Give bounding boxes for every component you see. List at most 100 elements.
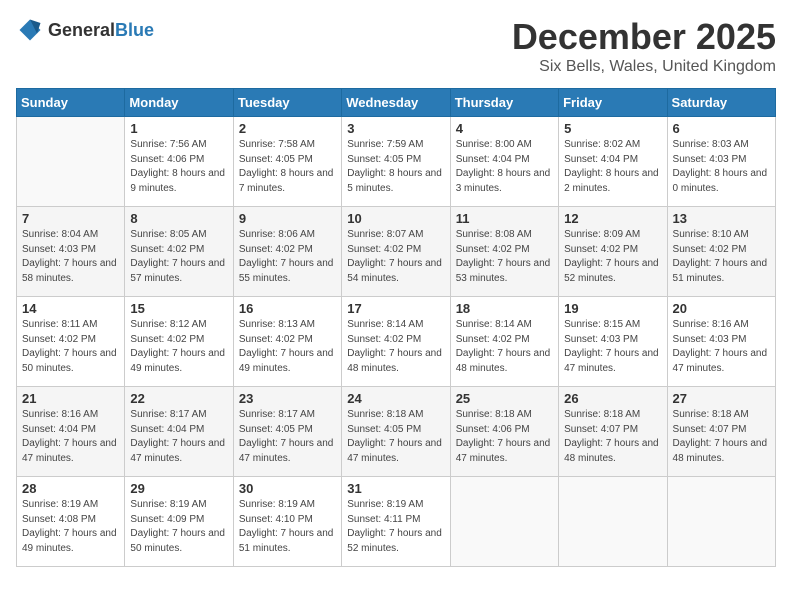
calendar-cell: 26 Sunrise: 8:18 AMSunset: 4:07 PMDayligh… [559, 387, 667, 477]
calendar-cell: 18 Sunrise: 8:14 AMSunset: 4:02 PMDayligh… [450, 297, 558, 387]
calendar-cell: 23 Sunrise: 8:17 AMSunset: 4:05 PMDayligh… [233, 387, 341, 477]
day-info: Sunrise: 8:14 AMSunset: 4:02 PMDaylight:… [456, 318, 553, 376]
day-number: 7 [22, 211, 119, 226]
day-info: Sunrise: 8:16 AMSunset: 4:03 PMDaylight:… [673, 318, 770, 376]
calendar-cell: 7 Sunrise: 8:04 AMSunset: 4:03 PMDaylight… [17, 207, 125, 297]
calendar-cell: 29 Sunrise: 8:19 AMSunset: 4:09 PMDayligh… [125, 477, 233, 567]
day-number: 21 [22, 391, 119, 406]
day-header-friday: Friday [559, 89, 667, 117]
calendar-cell: 22 Sunrise: 8:17 AMSunset: 4:04 PMDayligh… [125, 387, 233, 477]
day-number: 12 [564, 211, 661, 226]
calendar-cell: 3 Sunrise: 7:59 AMSunset: 4:05 PMDaylight… [342, 117, 450, 207]
calendar-cell: 30Sunrise: 8:19 AMSunset: 4:10 PMDayligh… [233, 477, 341, 567]
day-number: 23 [239, 391, 336, 406]
day-number: 10 [347, 211, 444, 226]
day-info: Sunrise: 8:18 AMSunset: 4:07 PMDaylight:… [564, 408, 661, 466]
day-info: Sunrise: 8:16 AMSunset: 4:04 PMDaylight:… [22, 408, 119, 466]
day-number: 11 [456, 211, 553, 226]
day-info: Sunrise: 8:04 AMSunset: 4:03 PMDaylight:… [22, 228, 119, 286]
location-title: Six Bells, Wales, United Kingdom [512, 58, 776, 76]
day-header-wednesday: Wednesday [342, 89, 450, 117]
day-info: Sunrise: 8:18 AMSunset: 4:07 PMDaylight:… [673, 408, 770, 466]
day-number: 29 [130, 481, 227, 496]
calendar-cell: 16 Sunrise: 8:13 AMSunset: 4:02 PMDayligh… [233, 297, 341, 387]
month-title: December 2025 [512, 16, 776, 58]
day-number: 4 [456, 121, 553, 136]
day-number: 3 [347, 121, 444, 136]
calendar-cell: 25Sunrise: 8:18 AMSunset: 4:06 PMDayligh… [450, 387, 558, 477]
day-info: Sunrise: 7:58 AMSunset: 4:05 PMDaylight:… [239, 138, 336, 196]
calendar-cell: 11 Sunrise: 8:08 AMSunset: 4:02 PMDayligh… [450, 207, 558, 297]
day-info: Sunrise: 8:13 AMSunset: 4:02 PMDaylight:… [239, 318, 336, 376]
day-info: Sunrise: 8:19 AMSunset: 4:11 PMDaylight:… [347, 498, 444, 556]
calendar-cell: 24Sunrise: 8:18 AMSunset: 4:05 PMDayligh… [342, 387, 450, 477]
day-number: 28 [22, 481, 119, 496]
calendar-cell: 4 Sunrise: 8:00 AMSunset: 4:04 PMDaylight… [450, 117, 558, 207]
day-number: 27 [673, 391, 770, 406]
calendar-cell: 28 Sunrise: 8:19 AMSunset: 4:08 PMDayligh… [17, 477, 125, 567]
day-info: Sunrise: 8:08 AMSunset: 4:02 PMDaylight:… [456, 228, 553, 286]
day-header-tuesday: Tuesday [233, 89, 341, 117]
day-info: Sunrise: 7:56 AMSunset: 4:06 PMDaylight:… [130, 138, 227, 196]
calendar-cell: 1 Sunrise: 7:56 AMSunset: 4:06 PMDaylight… [125, 117, 233, 207]
day-info: Sunrise: 8:00 AMSunset: 4:04 PMDaylight:… [456, 138, 553, 196]
calendar-cell: 9Sunrise: 8:06 AMSunset: 4:02 PMDaylight… [233, 207, 341, 297]
day-number: 5 [564, 121, 661, 136]
day-info: Sunrise: 8:02 AMSunset: 4:04 PMDaylight:… [564, 138, 661, 196]
day-number: 2 [239, 121, 336, 136]
day-number: 8 [130, 211, 227, 226]
day-number: 31 [347, 481, 444, 496]
logo-text-general: General [48, 20, 115, 41]
logo: General Blue [16, 16, 154, 44]
calendar-cell: 14Sunrise: 8:11 AMSunset: 4:02 PMDayligh… [17, 297, 125, 387]
day-info: Sunrise: 8:09 AMSunset: 4:02 PMDaylight:… [564, 228, 661, 286]
calendar-cell: 10Sunrise: 8:07 AMSunset: 4:02 PMDayligh… [342, 207, 450, 297]
day-info: Sunrise: 8:17 AMSunset: 4:04 PMDaylight:… [130, 408, 227, 466]
calendar-cell [559, 477, 667, 567]
week-row: 21 Sunrise: 8:16 AMSunset: 4:04 PMDayligh… [17, 387, 776, 477]
day-number: 22 [130, 391, 227, 406]
day-info: Sunrise: 8:18 AMSunset: 4:06 PMDaylight:… [456, 408, 553, 466]
calendar-cell: 15 Sunrise: 8:12 AMSunset: 4:02 PMDayligh… [125, 297, 233, 387]
day-number: 1 [130, 121, 227, 136]
day-number: 14 [22, 301, 119, 316]
day-info: Sunrise: 8:10 AMSunset: 4:02 PMDaylight:… [673, 228, 770, 286]
calendar-table: SundayMondayTuesdayWednesdayThursdayFrid… [16, 88, 776, 567]
day-info: Sunrise: 8:12 AMSunset: 4:02 PMDaylight:… [130, 318, 227, 376]
day-header-sunday: Sunday [17, 89, 125, 117]
day-number: 24 [347, 391, 444, 406]
day-number: 20 [673, 301, 770, 316]
day-info: Sunrise: 8:19 AMSunset: 4:09 PMDaylight:… [130, 498, 227, 556]
logo-icon [16, 16, 44, 44]
day-number: 16 [239, 301, 336, 316]
day-info: Sunrise: 8:17 AMSunset: 4:05 PMDaylight:… [239, 408, 336, 466]
day-info: Sunrise: 8:05 AMSunset: 4:02 PMDaylight:… [130, 228, 227, 286]
day-number: 26 [564, 391, 661, 406]
day-number: 15 [130, 301, 227, 316]
day-info: Sunrise: 8:19 AMSunset: 4:08 PMDaylight:… [22, 498, 119, 556]
calendar-cell: 21 Sunrise: 8:16 AMSunset: 4:04 PMDayligh… [17, 387, 125, 477]
day-number: 9 [239, 211, 336, 226]
week-row: 14Sunrise: 8:11 AMSunset: 4:02 PMDayligh… [17, 297, 776, 387]
day-header-thursday: Thursday [450, 89, 558, 117]
calendar-cell: 20 Sunrise: 8:16 AMSunset: 4:03 PMDayligh… [667, 297, 775, 387]
week-row: 1 Sunrise: 7:56 AMSunset: 4:06 PMDaylight… [17, 117, 776, 207]
calendar-cell: 13 Sunrise: 8:10 AMSunset: 4:02 PMDayligh… [667, 207, 775, 297]
calendar-cell: 5 Sunrise: 8:02 AMSunset: 4:04 PMDaylight… [559, 117, 667, 207]
day-number: 17 [347, 301, 444, 316]
week-row: 7 Sunrise: 8:04 AMSunset: 4:03 PMDaylight… [17, 207, 776, 297]
day-info: Sunrise: 7:59 AMSunset: 4:05 PMDaylight:… [347, 138, 444, 196]
day-info: Sunrise: 8:14 AMSunset: 4:02 PMDaylight:… [347, 318, 444, 376]
header-row: SundayMondayTuesdayWednesdayThursdayFrid… [17, 89, 776, 117]
logo-text-blue: Blue [115, 20, 154, 41]
calendar-cell: 6Sunrise: 8:03 AMSunset: 4:03 PMDaylight… [667, 117, 775, 207]
day-info: Sunrise: 8:15 AMSunset: 4:03 PMDaylight:… [564, 318, 661, 376]
day-number: 18 [456, 301, 553, 316]
calendar-cell [450, 477, 558, 567]
week-row: 28 Sunrise: 8:19 AMSunset: 4:08 PMDayligh… [17, 477, 776, 567]
title-area: December 2025 Six Bells, Wales, United K… [512, 16, 776, 76]
day-number: 13 [673, 211, 770, 226]
day-info: Sunrise: 8:19 AMSunset: 4:10 PMDaylight:… [239, 498, 336, 556]
calendar-cell [667, 477, 775, 567]
calendar-cell: 2 Sunrise: 7:58 AMSunset: 4:05 PMDaylight… [233, 117, 341, 207]
